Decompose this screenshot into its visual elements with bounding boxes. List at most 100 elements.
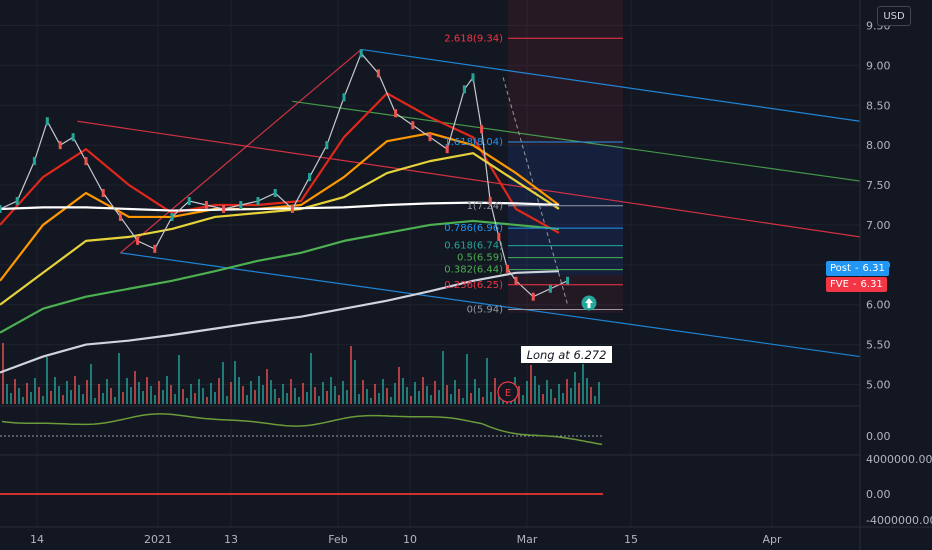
volume-bar [122,392,124,404]
stock-chart[interactable]: 2.618(9.34) 1.618(8.04) 1(7.24) 0.786(6.96)… [0,0,932,550]
volume-bar [54,377,56,404]
volume-bar [270,380,272,404]
volume-bar [214,392,216,404]
volume-bar [190,384,192,404]
volume-bar [418,391,420,404]
volume-bar [146,377,148,404]
volume-bar [126,378,128,404]
currency-badge[interactable]: USD [877,6,911,26]
price-candle [325,141,329,150]
volume-bar [294,388,296,404]
volume-tick-label: -4000000.00 [866,514,932,527]
volume-bar [134,371,136,404]
time-tick-label: 14 [30,533,44,546]
oscillator-tick-label: 0.00 [866,430,891,443]
fib-zone-bottom [508,275,623,313]
earnings-marker[interactable]: E [497,381,519,403]
volume-bar [434,381,436,404]
volume-bar [314,387,316,404]
price-tick-label: 8.50 [866,99,891,112]
volume-bar [374,384,376,404]
price-candle [187,197,191,206]
volume-bar [438,390,440,404]
fib-level-label: 0.786(6.96) [444,223,503,234]
volume-bar [378,393,380,404]
time-tick-label: 10 [403,533,417,546]
volume-bar [130,387,132,404]
price-candle [394,109,398,118]
volume-bar [282,384,284,404]
volume-bar [106,379,108,404]
price-candle [428,133,432,142]
volume-bar [2,343,4,404]
price-candle [58,141,62,150]
volume-bar [390,397,392,404]
fib-level-label: 2.618(9.34) [444,33,503,44]
volume-bar [562,393,564,404]
price-candle [548,284,552,293]
volume-bar [290,379,292,404]
price-candle [290,204,294,213]
volume-bar [94,398,96,404]
post-tag-name: Post [830,263,851,274]
volume-bar [42,396,44,404]
volume-bar [526,381,528,404]
volume-bar [170,385,172,404]
price-candle [0,204,2,213]
volume-bar [346,390,348,404]
volume-bar [218,378,220,404]
volume-bar [274,389,276,404]
price-candle [101,189,105,198]
volume-bar [486,358,488,404]
volume-bar [410,396,412,404]
volume-bar [10,393,12,404]
volume-bar [206,397,208,404]
fib-level-label: 1.618(8.04) [444,137,503,148]
volume-bar [322,382,324,404]
volume-bar [426,386,428,404]
volume-bar [262,385,264,404]
price-candle [480,125,484,134]
volume-bar [494,378,496,404]
volume-bar [350,346,352,404]
price-candle [308,173,312,182]
volume-bar [118,353,120,404]
price-candle [462,85,466,94]
volume-bar [74,376,76,404]
volume-bar [586,378,588,404]
volume-bar [98,384,100,404]
volume-bar [186,398,188,404]
volume-bar [530,365,532,404]
volume-bar [370,398,372,404]
volume-bar [30,392,32,404]
fve-tag-name: FVE [830,279,849,290]
time-tick-label: 2021 [144,533,172,546]
volume-bar [298,397,300,404]
post-price-tag: Post - 6.31 [826,261,889,276]
price-candle [15,197,19,206]
volume-bar [202,388,204,404]
volume-bar [254,390,256,404]
volume-bar [70,390,72,404]
price-candle [84,157,88,166]
volume-bar [362,380,364,404]
volume-bar [222,362,224,404]
volume-bar [546,380,548,404]
fib-level-label: 0.382(6.44) [444,265,503,276]
price-candle [204,200,208,209]
post-tag-separator: - [854,263,859,274]
time-tick-label: 13 [224,533,238,546]
volume-bar [522,395,524,404]
volume-bar [286,393,288,404]
volume-bar [102,393,104,404]
volume-bar [78,385,80,404]
volume-bar [330,377,332,404]
volume-bar [398,367,400,404]
volume-bar [38,387,40,404]
price-candle [514,276,518,285]
volume-bar [178,355,180,404]
volume-bar [62,395,64,404]
volume-bar [574,372,576,404]
price-candle [505,264,509,273]
volume-bar [166,376,168,404]
